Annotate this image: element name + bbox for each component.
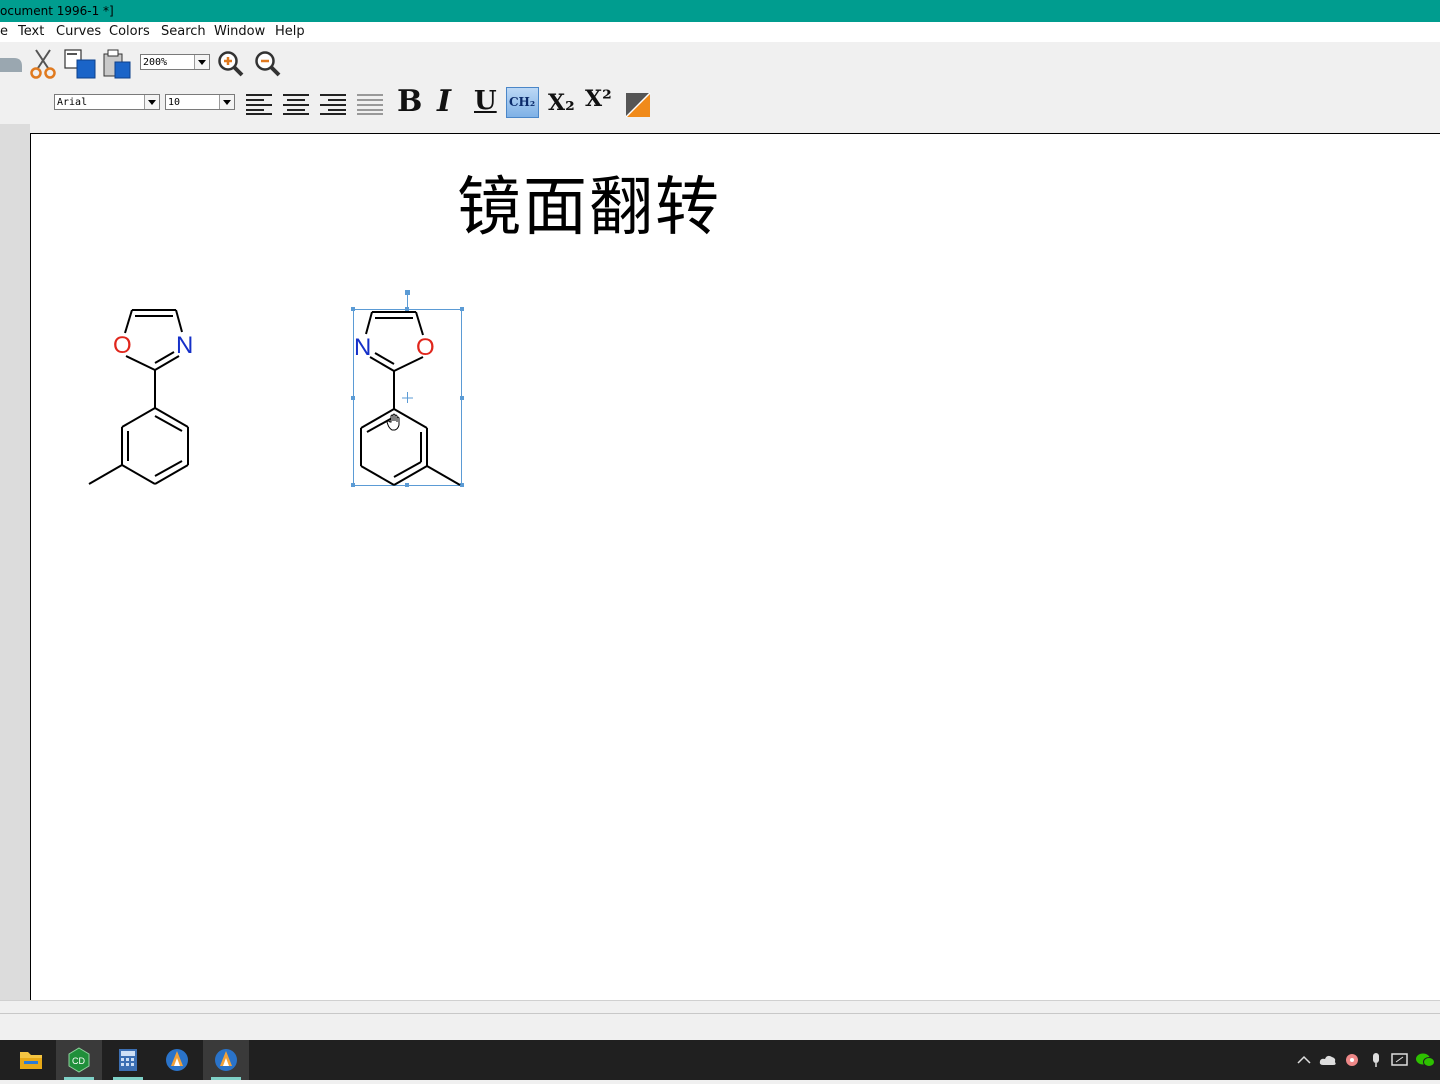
cut-icon[interactable] (28, 48, 58, 80)
undo-icon[interactable] (0, 50, 24, 76)
oxygen-atom-label: O (113, 332, 132, 359)
font-size-value: 10 (168, 97, 181, 108)
molecule-mirrored[interactable]: N O (346, 284, 471, 494)
zoom-dropdown-arrow[interactable] (194, 55, 209, 69)
font-family-combo[interactable]: Arial (54, 94, 160, 110)
menu-file[interactable]: e (0, 24, 8, 39)
status-bar (0, 1000, 1440, 1041)
toolbar: 200% Arial 10 B I U CH₂ X₂ X² (0, 42, 1440, 124)
taskbar-calculator[interactable] (105, 1040, 151, 1080)
wechat-icon[interactable] (1415, 1052, 1435, 1068)
menu-text[interactable]: Text (18, 24, 44, 39)
nitrogen-atom-label: N (354, 334, 371, 361)
menu-help[interactable]: Help (275, 24, 305, 39)
flower-icon[interactable] (1344, 1052, 1360, 1068)
document-page[interactable]: 镜面翻转 O N N O (30, 133, 1440, 1000)
taskbar-app-a[interactable] (154, 1040, 200, 1080)
zoom-out-icon[interactable] (254, 50, 282, 78)
calculator-icon (119, 1049, 137, 1071)
align-left-icon[interactable] (244, 92, 274, 116)
align-center-icon[interactable] (281, 92, 311, 116)
align-right-icon[interactable] (318, 92, 348, 116)
status-divider (0, 1013, 1440, 1014)
window-title: ocument 1996-1 *] (0, 4, 114, 18)
menu-search[interactable]: Search (161, 24, 206, 39)
italic-button[interactable]: I (437, 84, 451, 119)
menu-bar: e Text Curves Colors Search Window Help (0, 22, 1440, 42)
zoom-in-icon[interactable] (217, 50, 245, 78)
taskbar: CD (0, 1040, 1440, 1080)
font-family-value: Arial (57, 97, 88, 108)
hand-cursor-icon (386, 413, 400, 431)
microphone-icon[interactable] (1368, 1052, 1384, 1068)
superscript-button[interactable]: X² (585, 86, 612, 112)
copy-icon[interactable] (63, 48, 97, 80)
taskbar-app-b[interactable] (203, 1040, 249, 1080)
chevron-up-icon[interactable] (1296, 1052, 1312, 1068)
display-icon[interactable] (1391, 1052, 1409, 1068)
color-icon[interactable] (626, 93, 652, 119)
svg-text:CD: CD (72, 1056, 85, 1066)
oxygen-atom-label: O (416, 334, 435, 361)
font-size-combo[interactable]: 10 (165, 94, 235, 110)
underline-button[interactable]: U (474, 86, 497, 116)
taskbar-chemdraw[interactable]: CD (56, 1040, 102, 1080)
folder-icon (20, 1052, 42, 1069)
left-gutter (0, 124, 30, 1000)
title-bar: ocument 1996-1 *] (0, 0, 1440, 22)
taskbar-file-explorer[interactable] (8, 1040, 54, 1080)
paste-icon[interactable] (101, 48, 133, 80)
app-b-icon (215, 1049, 237, 1071)
molecule-original[interactable]: O N (81, 299, 201, 499)
menu-curves[interactable]: Curves (56, 24, 101, 39)
zoom-value: 200% (143, 57, 168, 68)
document-title[interactable]: 镜面翻转 (457, 156, 721, 248)
subscript-button[interactable]: X₂ (548, 90, 575, 116)
font-family-dropdown-arrow[interactable] (144, 95, 159, 109)
bold-button[interactable]: B (397, 84, 422, 119)
chemdraw-app-icon: CD (68, 1047, 90, 1073)
chemistry-text-button[interactable]: CH₂ (506, 87, 539, 118)
font-size-dropdown-arrow[interactable] (219, 95, 234, 109)
chemistry-text-label: CH₂ (509, 95, 536, 109)
canvas-area: 镜面翻转 O N N O (0, 124, 1440, 1000)
nitrogen-atom-label: N (176, 332, 193, 359)
justify-icon[interactable] (355, 92, 385, 116)
cloud-icon[interactable] (1319, 1052, 1337, 1068)
menu-colors[interactable]: Colors (109, 24, 150, 39)
app-a-icon (166, 1049, 188, 1071)
zoom-combo[interactable]: 200% (140, 54, 210, 70)
menu-window[interactable]: Window (214, 24, 265, 39)
